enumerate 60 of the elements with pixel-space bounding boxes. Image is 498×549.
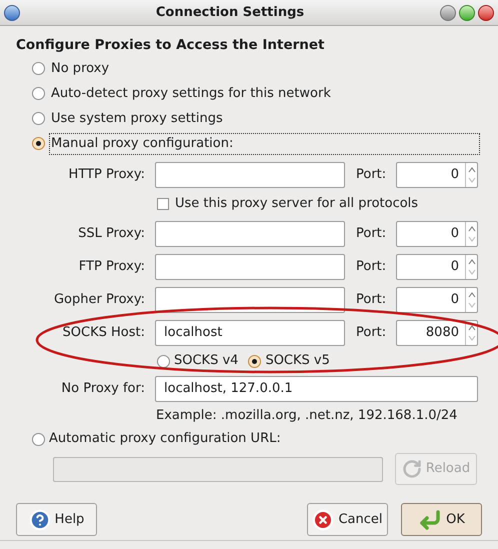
- port-value: 0: [450, 224, 460, 242]
- radio-button[interactable]: [32, 62, 45, 75]
- field-label: Gopher Proxy:: [52, 290, 145, 309]
- window-title: Connection Settings: [154, 4, 306, 22]
- checkbox-label[interactable]: Use this proxy server for all protocols: [175, 194, 418, 214]
- port-value: 0: [450, 258, 460, 276]
- radio-label[interactable]: Manual proxy configuration:: [49, 132, 480, 154]
- enter-arrow-icon: [418, 508, 442, 532]
- minimize-button[interactable]: [440, 4, 456, 20]
- radio-label[interactable]: SOCKS v4: [174, 351, 238, 371]
- section-heading: Configure Proxies to Access the Internet: [16, 36, 326, 54]
- port-value: 0: [450, 290, 460, 308]
- port-spinbox[interactable]: 8080: [396, 320, 478, 346]
- port-spinbox[interactable]: 0: [396, 286, 478, 312]
- spin-arrows-icon: [465, 162, 477, 186]
- checkbox[interactable]: [157, 198, 169, 210]
- maximize-button[interactable]: [459, 4, 475, 20]
- ok-button[interactable]: OK: [401, 503, 482, 536]
- radio-button[interactable]: [248, 354, 262, 368]
- spin-arrows-icon: [465, 288, 477, 312]
- port-spinbox[interactable]: 0: [396, 254, 478, 280]
- port-value: 0: [450, 166, 460, 184]
- field-label: HTTP Proxy:: [68, 166, 145, 184]
- radio-label[interactable]: Use system proxy settings: [49, 108, 225, 130]
- port-spinbox[interactable]: 0: [396, 220, 478, 246]
- help-icon: [28, 508, 51, 530]
- window-menu-icon[interactable]: [4, 4, 20, 20]
- radio-button[interactable]: [32, 87, 45, 100]
- radio-label[interactable]: No proxy: [49, 58, 112, 80]
- no-proxy-field[interactable]: localhost, 127.0.0.1: [155, 376, 478, 402]
- example-hint: Example: .mozilla.org, .net.nz, 192.168.1.0/24: [156, 407, 458, 426]
- port-label: Port:: [356, 166, 388, 184]
- radio-button[interactable]: [32, 137, 45, 150]
- host-field[interactable]: localhost: [155, 320, 345, 346]
- field-label: No Proxy for:: [60, 380, 145, 398]
- field-label: SSL Proxy:: [77, 224, 145, 243]
- field-label: FTP Proxy:: [78, 258, 145, 276]
- radio-label[interactable]: Auto-detect proxy settings for this network: [49, 82, 333, 104]
- field-label: SOCKS Host:: [62, 324, 145, 342]
- host-field[interactable]: [155, 220, 345, 246]
- radio-label[interactable]: SOCKS v5: [265, 351, 330, 371]
- host-field[interactable]: [155, 254, 345, 280]
- cancel-button[interactable]: Cancel: [307, 503, 388, 536]
- host-field[interactable]: [155, 162, 345, 188]
- port-label: Port:: [356, 258, 388, 276]
- radio-button[interactable]: [157, 354, 170, 368]
- help-button[interactable]: Help: [16, 503, 97, 536]
- spin-arrows-icon: [465, 222, 477, 246]
- port-value: 8080: [424, 324, 460, 342]
- spin-arrows-icon: [465, 320, 477, 344]
- port-label: Port:: [356, 290, 388, 309]
- port-spinbox[interactable]: 0: [396, 162, 478, 188]
- port-label: Port:: [356, 324, 388, 342]
- reload-icon: [402, 459, 422, 479]
- spin-arrows-icon: [465, 254, 477, 278]
- radio-button[interactable]: [32, 112, 45, 125]
- close-button[interactable]: [478, 4, 494, 20]
- port-label: Port:: [356, 224, 388, 243]
- close-icon: [312, 508, 334, 530]
- host-field[interactable]: [155, 286, 345, 312]
